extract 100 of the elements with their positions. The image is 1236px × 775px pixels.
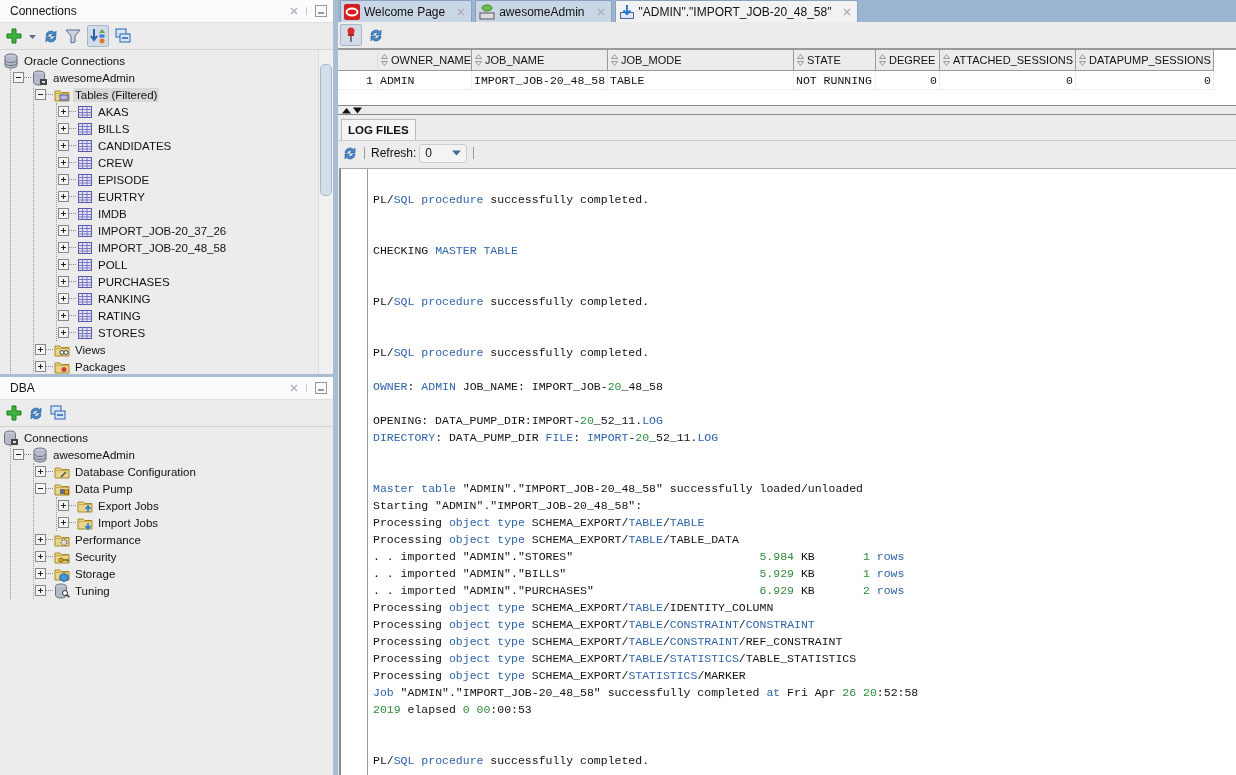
table-icon	[77, 154, 93, 171]
tree-item[interactable]: Connections	[22, 430, 90, 445]
tree-item[interactable]: CREW	[96, 155, 136, 170]
column-header[interactable]: ATTACHED_SESSIONS	[940, 50, 1076, 71]
tree-item[interactable]: POLL	[96, 257, 130, 272]
refresh-icon[interactable]	[342, 145, 358, 161]
log-line: PL/SQL procedure successfully completed.	[373, 192, 651, 208]
expand-icon[interactable]	[58, 157, 69, 168]
log-line: PL/SQL procedure successfully completed.	[373, 294, 651, 310]
refresh-icon[interactable]	[43, 28, 59, 44]
tree-item[interactable]: awesomeAdmin	[51, 70, 137, 85]
pin-icon[interactable]	[340, 24, 362, 46]
tree-item[interactable]: Storage	[73, 566, 118, 581]
expand-icon[interactable]	[35, 534, 46, 545]
tree-item[interactable]: IMDB	[96, 206, 129, 221]
tree-item[interactable]: AKAS	[96, 104, 131, 119]
tree-item[interactable]: IMPORT_JOB-20_37_26	[96, 223, 229, 238]
log-files-tab[interactable]: LOG FILES	[341, 119, 416, 140]
collapse-all-icon[interactable]	[50, 405, 66, 421]
column-header[interactable]: STATE	[794, 50, 876, 71]
scrollbar[interactable]	[318, 50, 333, 374]
add-icon[interactable]	[6, 28, 22, 44]
table-icon	[77, 137, 93, 154]
refresh-dropdown[interactable]: 0	[419, 143, 468, 163]
add-icon[interactable]	[6, 405, 22, 421]
tree-item[interactable]: RATING	[96, 308, 143, 323]
expand-icon[interactable]	[35, 585, 46, 596]
table-cell: IMPORT_JOB-20_48_58	[472, 71, 608, 90]
filter-icon[interactable]	[65, 28, 81, 44]
expand-icon[interactable]	[35, 551, 46, 562]
column-header[interactable]: DEGREE	[876, 50, 940, 71]
tree-item[interactable]: PURCHASES	[96, 274, 172, 289]
table-icon	[77, 205, 93, 222]
column-header[interactable]: OWNER_NAME	[378, 50, 472, 71]
tree-item[interactable]: Packages	[73, 359, 128, 374]
expand-icon[interactable]	[35, 361, 46, 372]
tree-item[interactable]: IMPORT_JOB-20_48_58	[96, 240, 229, 255]
expand-icon[interactable]	[35, 344, 46, 355]
tree-item[interactable]: Views	[73, 342, 108, 357]
log-line: Processing object type SCHEMA_EXPORT/STATISTICS/MARKER	[373, 668, 747, 684]
download-icon	[618, 3, 635, 20]
database-icon	[3, 52, 19, 69]
expand-icon[interactable]	[58, 517, 69, 528]
tree-item[interactable]: Import Jobs	[96, 515, 161, 530]
collapse-icon[interactable]	[35, 89, 46, 100]
expand-icon[interactable]	[58, 106, 69, 117]
table-corner	[338, 50, 378, 71]
column-header[interactable]: DATAPUMP_SESSIONS	[1076, 50, 1214, 71]
collapse-icon[interactable]	[35, 483, 46, 494]
expand-icon[interactable]	[58, 191, 69, 202]
sort-icon[interactable]	[87, 25, 109, 47]
log-line: Starting "ADMIN"."IMPORT_JOB-20_48_58":	[373, 498, 644, 514]
expand-icon[interactable]	[35, 466, 46, 477]
table-icon	[77, 307, 93, 324]
tree-item[interactable]: Export Jobs	[96, 498, 161, 513]
expand-icon[interactable]	[58, 225, 69, 236]
collapse-icon[interactable]	[13, 72, 24, 83]
tree-item[interactable]: STORES	[96, 325, 148, 340]
expand-icon[interactable]	[58, 327, 69, 338]
expand-icon[interactable]	[58, 500, 69, 511]
expand-icon[interactable]	[58, 140, 69, 151]
expand-icon[interactable]	[58, 208, 69, 219]
tree-item[interactable]: EPISODE	[96, 172, 152, 187]
expand-icon[interactable]	[58, 123, 69, 134]
expand-icon[interactable]	[35, 568, 46, 579]
expand-icon[interactable]	[58, 293, 69, 304]
log-line: OPENING: DATA_PUMP_DIR:IMPORT-20_52_11.LOG	[373, 413, 664, 429]
editor-tab[interactable]: Welcome Page	[340, 0, 473, 22]
editor-tab[interactable]: awesomeAdmin	[475, 0, 612, 22]
tree-item[interactable]: EURTRY	[96, 189, 147, 204]
editor-tab[interactable]: "ADMIN"."IMPORT_JOB-20_48_58"	[614, 0, 859, 22]
expand-icon[interactable]	[58, 259, 69, 270]
collapse-all-icon[interactable]	[115, 28, 131, 44]
tree-item[interactable]: RANKING	[96, 291, 153, 306]
oracle-logo-icon	[344, 3, 360, 20]
tree-item[interactable]: Tuning	[73, 583, 112, 598]
expand-icon[interactable]	[58, 276, 69, 287]
expand-icon[interactable]	[58, 242, 69, 253]
minimize-icon[interactable]	[315, 5, 327, 17]
minimize-icon[interactable]	[315, 382, 327, 394]
expand-icon[interactable]	[58, 310, 69, 321]
tree-item[interactable]: Oracle Connections	[22, 53, 127, 68]
tree-item[interactable]: Tables (Filtered)	[73, 87, 160, 102]
tree-item[interactable]: Database Configuration	[73, 464, 198, 479]
collapse-icon[interactable]	[13, 449, 24, 460]
column-header[interactable]: JOB_MODE	[608, 50, 794, 71]
tree-item[interactable]: Data Pump	[73, 481, 135, 496]
tree-item[interactable]: CANDIDATES	[96, 138, 174, 153]
split-arrows-icon[interactable]	[341, 107, 363, 114]
tree-item[interactable]: BILLS	[96, 121, 132, 136]
refresh-label: Refresh:	[371, 146, 417, 160]
expand-icon[interactable]	[58, 174, 69, 185]
log-line: PL/SQL procedure successfully completed.	[373, 753, 651, 769]
refresh-icon[interactable]	[28, 405, 44, 421]
sort-icon	[381, 54, 388, 66]
tree-item[interactable]: Security	[73, 549, 119, 564]
tree-item[interactable]: awesomeAdmin	[51, 447, 137, 462]
tree-item[interactable]: Performance	[73, 532, 143, 547]
refresh-icon[interactable]	[368, 27, 384, 43]
column-header[interactable]: JOB_NAME	[472, 50, 608, 71]
